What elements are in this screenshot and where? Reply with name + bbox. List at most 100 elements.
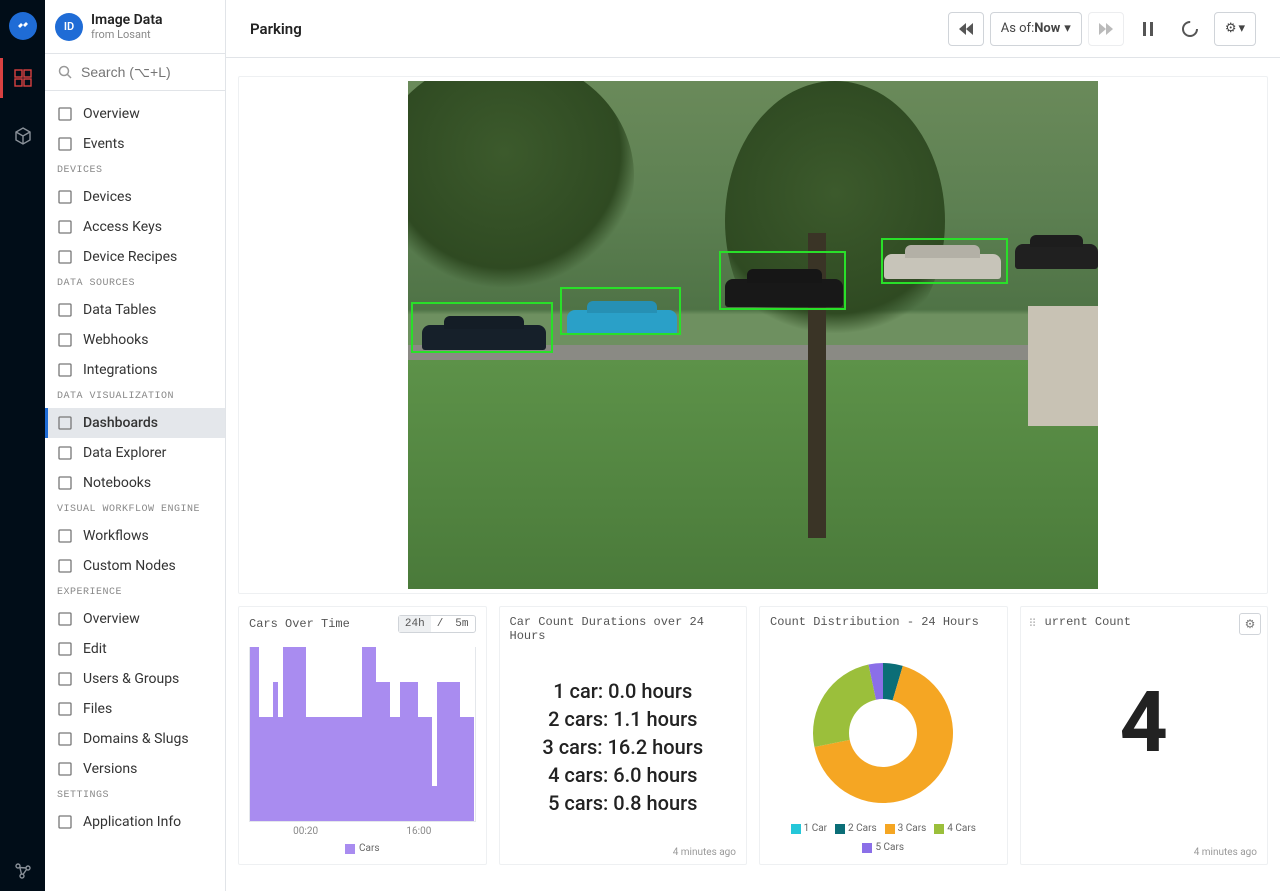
nav-icon: [57, 641, 73, 657]
nav-icon: [57, 558, 73, 574]
range-24h[interactable]: 24h: [399, 616, 431, 632]
nav-heading: DATA VISUALIZATION: [45, 385, 225, 408]
donut-legend: 1 Car2 Cars3 Cars4 Cars5 Cars: [770, 823, 997, 853]
nav-heading: DEVICES: [45, 159, 225, 182]
duration-line: 5 cars: 0.8 hours: [548, 791, 697, 815]
sidebar-item-label: Data Tables: [83, 302, 156, 318]
sidebar-item-edit[interactable]: Edit: [45, 634, 225, 664]
image-widget: [238, 76, 1268, 594]
rail-graph-icon[interactable]: [0, 851, 45, 891]
rewind-button[interactable]: [948, 12, 984, 46]
range-5m[interactable]: 5m: [449, 616, 474, 632]
sidebar-item-domains-slugs[interactable]: Domains & Slugs: [45, 724, 225, 754]
fastforward-button[interactable]: [1088, 12, 1124, 46]
sidebar-item-access-keys[interactable]: Access Keys: [45, 212, 225, 242]
detection-box: [881, 238, 1009, 284]
sidebar-item-label: Edit: [83, 641, 107, 657]
nav-icon: [57, 189, 73, 205]
widget-title: urrent Count: [1045, 615, 1131, 629]
legend-item: 4 Cars: [934, 823, 976, 834]
widget-updated: 4 minutes ago: [1021, 847, 1268, 864]
durations-list: 1 car: 0.0 hours2 cars: 1.1 hours3 cars:…: [510, 657, 737, 837]
sidebar-item-integrations[interactable]: Integrations: [45, 355, 225, 385]
drag-handle-icon[interactable]: ⠿: [1029, 617, 1037, 630]
cars-over-time-widget: Cars Over Time 24h / 5m 00:2016:00 Cars: [238, 606, 487, 865]
sidebar-item-label: Overview: [83, 611, 140, 627]
rail-box-icon[interactable]: [0, 116, 45, 156]
sidebar-item-events[interactable]: Events: [45, 129, 225, 159]
chevron-down-icon: ▾: [1238, 21, 1245, 36]
bar-chart-legend: Cars: [249, 843, 476, 854]
sidebar-item-data-explorer[interactable]: Data Explorer: [45, 438, 225, 468]
sidebar-item-overview[interactable]: Overview: [45, 99, 225, 129]
pause-button[interactable]: [1130, 12, 1166, 46]
sidebar-item-dashboards[interactable]: Dashboards: [45, 408, 225, 438]
settings-button[interactable]: ⚙ ▾: [1214, 12, 1256, 46]
sidebar-item-custom-nodes[interactable]: Custom Nodes: [45, 551, 225, 581]
sidebar: ID Image Data from Losant OverviewEvents…: [45, 0, 226, 891]
sidebar-item-application-info[interactable]: Application Info: [45, 807, 225, 837]
time-range-toggle[interactable]: 24h / 5m: [398, 615, 476, 633]
cars-bar-chart: [249, 647, 476, 822]
nav-icon: [57, 136, 73, 152]
sidebar-item-files[interactable]: Files: [45, 694, 225, 724]
app-title: Image Data: [91, 12, 163, 28]
page-title: Parking: [250, 20, 302, 38]
nav-icon: [57, 106, 73, 122]
legend-label: 2 Cars: [848, 823, 877, 834]
sidebar-item-data-tables[interactable]: Data Tables: [45, 295, 225, 325]
left-rail: [0, 0, 45, 891]
sidebar-item-label: Users & Groups: [83, 671, 179, 687]
widget-title: Car Count Durations over 24 Hours: [510, 615, 737, 643]
sidebar-item-label: Device Recipes: [83, 249, 177, 265]
nav-icon: [57, 528, 73, 544]
legend-swatch: [791, 824, 801, 834]
asof-dropdown[interactable]: As of: Now ▾: [990, 12, 1082, 46]
legend-item: 2 Cars: [835, 823, 877, 834]
nav-icon: [57, 362, 73, 378]
sidebar-item-devices[interactable]: Devices: [45, 182, 225, 212]
nav-icon: [57, 731, 73, 747]
sidebar-item-users-groups[interactable]: Users & Groups: [45, 664, 225, 694]
sidebar-item-label: Access Keys: [83, 219, 162, 235]
sidebar-item-label: Workflows: [83, 528, 149, 544]
search-box[interactable]: [45, 54, 225, 91]
nav-heading: VISUAL WORKFLOW ENGINE: [45, 498, 225, 521]
detection-box: [719, 251, 847, 309]
sidebar-item-overview[interactable]: Overview: [45, 604, 225, 634]
refresh-spinner-icon[interactable]: [1172, 12, 1208, 46]
durations-widget: Car Count Durations over 24 Hours 1 car:…: [499, 606, 748, 865]
sidebar-item-workflows[interactable]: Workflows: [45, 521, 225, 551]
topbar: Parking As of: Now ▾ ⚙ ▾: [226, 0, 1280, 58]
sidebar-item-versions[interactable]: Versions: [45, 754, 225, 784]
nav-icon: [57, 761, 73, 777]
sidebar-item-webhooks[interactable]: Webhooks: [45, 325, 225, 355]
legend-item: 3 Cars: [885, 823, 927, 834]
legend-swatch: [885, 824, 895, 834]
current-count-value: 4: [1031, 643, 1258, 802]
dashboard-content: Cars Over Time 24h / 5m 00:2016:00 Cars: [226, 58, 1280, 891]
sidebar-item-label: Dashboards: [83, 415, 158, 431]
sidebar-item-device-recipes[interactable]: Device Recipes: [45, 242, 225, 272]
detection-box: [560, 287, 681, 335]
nav-heading: EXPERIENCE: [45, 581, 225, 604]
gear-icon: ⚙: [1245, 617, 1256, 631]
search-input[interactable]: [81, 64, 213, 80]
nav-icon: [57, 219, 73, 235]
sidebar-item-label: Notebooks: [83, 475, 151, 491]
legend-swatch: [862, 843, 872, 853]
legend-swatch: [934, 824, 944, 834]
widget-gear-button[interactable]: ⚙: [1239, 613, 1261, 635]
app-subtitle: from Losant: [91, 28, 163, 41]
chevron-down-icon: ▾: [1064, 21, 1071, 36]
nav-icon: [57, 332, 73, 348]
brand-logo[interactable]: [9, 12, 37, 40]
rail-dashboard-icon[interactable]: [0, 58, 45, 98]
nav-icon: [57, 611, 73, 627]
duration-line: 2 cars: 1.1 hours: [548, 707, 697, 731]
sidebar-item-notebooks[interactable]: Notebooks: [45, 468, 225, 498]
legend-item: 5 Cars: [862, 842, 904, 853]
sidebar-item-label: Overview: [83, 106, 140, 122]
sidebar-item-label: Files: [83, 701, 112, 717]
nav-icon: [57, 445, 73, 461]
